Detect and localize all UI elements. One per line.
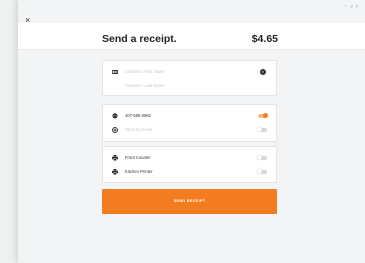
printer-row: Front Counter (103, 153, 276, 165)
status-icons: ▾ ◢ ▮ (344, 3, 359, 8)
tablet-screen: ▾ ◢ ▮ × Send a receipt. $4.65 Customer F… (18, 0, 365, 263)
id-card-icon (112, 70, 118, 74)
email-row: Send by Email (103, 125, 276, 137)
page-title: Send a receipt. (102, 33, 177, 45)
printer-label: Kitchen Printer (125, 169, 153, 174)
customer-card: Customer First Name × Customer Last Name (102, 60, 277, 96)
phone-row: 407-555-0982 (103, 111, 276, 123)
status-bar: ▾ ◢ ▮ (18, 0, 365, 11)
last-name-input[interactable]: Customer Last Name (125, 83, 165, 88)
close-circle-icon[interactable]: × (260, 69, 266, 75)
kitchen-printer-toggle[interactable] (257, 169, 267, 174)
first-name-row[interactable]: Customer First Name × (103, 67, 276, 79)
at-sign-icon (112, 127, 118, 133)
receipt-amount: $4.65 (251, 33, 278, 45)
phone-number: 407-555-0982 (125, 113, 152, 118)
printer-icon (112, 155, 118, 161)
printer-row: Kitchen Printer (103, 167, 276, 179)
printer-icon (112, 169, 118, 175)
printers-card: Front Counter Kitchen Printer (102, 146, 277, 183)
delivery-card: 407-555-0982 Send by Email (102, 104, 277, 142)
first-name-input[interactable]: Customer First Name (125, 69, 165, 74)
email-toggle[interactable] (257, 127, 267, 132)
page-header: Send a receipt. $4.65 (18, 23, 365, 50)
send-receipt-button[interactable]: SEND RECEIPT (102, 189, 277, 214)
email-input[interactable]: Send by Email (125, 127, 152, 132)
chat-bubble-icon (112, 113, 118, 119)
printer-label: Front Counter (125, 155, 151, 160)
last-name-row[interactable]: Customer Last Name (103, 81, 276, 93)
front-counter-toggle[interactable] (257, 155, 267, 160)
phone-toggle[interactable] (258, 113, 268, 118)
